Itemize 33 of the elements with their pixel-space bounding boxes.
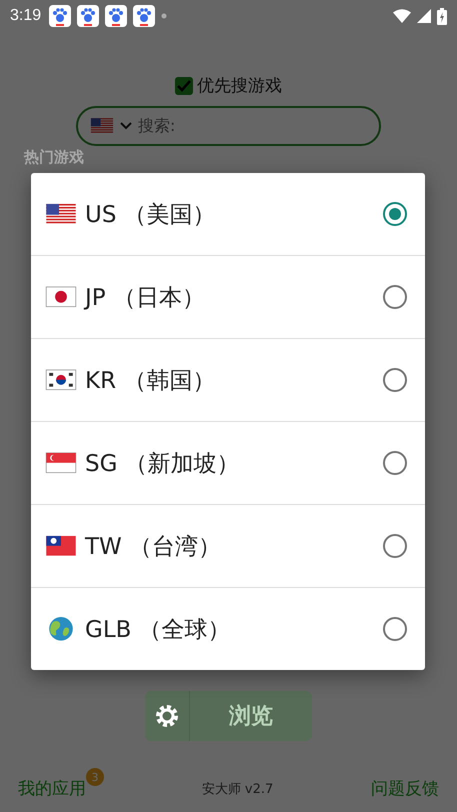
flag-icon [45,367,77,393]
dot-icon [161,13,168,19]
chevron-down-icon [120,122,132,130]
radio-button[interactable] [383,617,407,641]
search-placeholder: 搜索: [138,116,176,136]
radio-button[interactable] [383,368,407,392]
region-option[interactable]: SG （新加坡） [31,421,425,504]
section-title: 热门游戏 [24,148,84,167]
count-badge: 3 [86,768,104,786]
app-version: 安大师 v2.7 [202,780,274,798]
paw-app-icon [49,5,72,27]
paw-app-icon [77,5,100,27]
paw-app-icon [105,5,128,27]
browse-button[interactable]: 浏览 [145,691,312,741]
signal-icon [417,9,431,23]
radio-button[interactable] [383,451,407,475]
paw-app-icon [133,5,156,27]
region-option[interactable]: KR （韩国） [31,338,425,421]
flag-icon [45,284,77,310]
radio-button[interactable] [383,285,407,309]
settings-icon [154,703,180,729]
prefer-games-checkbox[interactable] [175,76,193,94]
region-option[interactable]: GLB （全球） [31,587,425,670]
region-option[interactable]: US （美国） [31,173,425,255]
wifi-icon [393,9,411,23]
status-time: 3:19 [10,7,42,25]
battery-icon [437,8,447,24]
radio-button[interactable] [383,202,407,226]
region-option[interactable]: TW （台湾） [31,504,425,587]
checkbox-label: 优先搜游戏 [197,75,282,97]
region-option[interactable]: JP （日本） [31,255,425,338]
flag-icon [45,450,77,476]
radio-button[interactable] [383,534,407,558]
